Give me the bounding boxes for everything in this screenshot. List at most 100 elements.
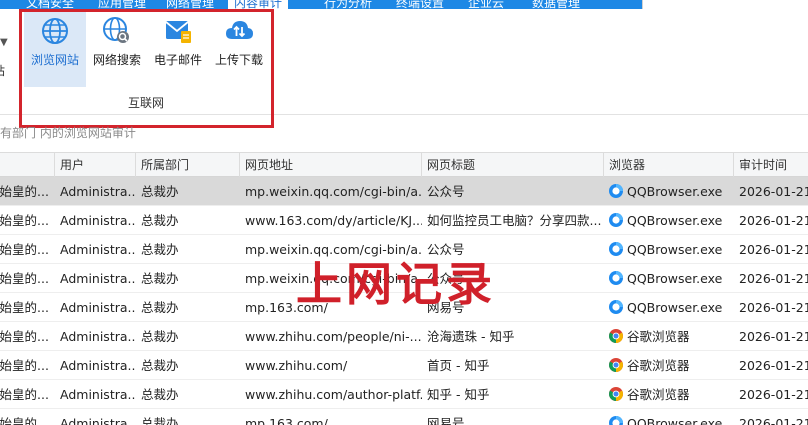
cell-url: www.163.com/dy/article/KJ... [245,213,422,228]
cell-department: 总裁办 [141,242,179,257]
ribbon-toolbar: ▼ 站 浏览网站 网络搜索 电子邮件 [0,9,808,128]
column-header-audit-time[interactable]: 审计时间 [734,153,808,177]
cell-browser: 谷歌浏览器 [604,380,734,409]
cell-title: 沧海遗珠 - 知乎 [427,329,515,344]
qq-browser-icon [608,271,627,286]
qq-browser-icon [608,416,627,425]
top-tab-6[interactable]: 终端设置 [390,0,450,10]
cell-department: 总裁办 [141,271,179,286]
column-header-browser[interactable]: 浏览器 [604,153,734,177]
cell-url: mp.163.com/ [245,416,328,425]
qq-browser-icon [608,300,627,315]
chrome-icon [608,387,627,402]
top-tab-7[interactable]: 企业云 [462,0,510,10]
cell-user: Administra... [60,416,136,425]
dropdown-arrow-icon: ▼ [0,37,8,48]
top-tab-5[interactable]: 行为分析 [318,0,378,10]
cell-browser: QQBrowser.exe [604,206,734,235]
cell-user: Administra... [60,358,136,373]
browser-name: 谷歌浏览器 [627,387,690,402]
browser-name: QQBrowser.exe [627,416,723,425]
browser-name: QQBrowser.exe [627,271,723,286]
cell-audit-time: 2026-01-21 [739,329,808,344]
browser-name: QQBrowser.exe [627,184,723,199]
qq-browser-icon [608,184,627,199]
column-header-department[interactable]: 所属部门 [136,153,240,177]
cell-computer: 秦始皇的... [0,184,49,199]
cell-title: 如何监控员工电脑？分享四款... [427,213,602,228]
cell-user: Administra... [60,242,136,257]
table-row[interactable]: 秦始皇的... Administra... 总裁办 mp.weixin.qq.com/… [0,177,808,206]
cell-url: mp.weixin.qq.com/cgi-bin/a... [245,184,422,199]
cell-browser: QQBrowser.exe [604,293,734,322]
cell-title: 知乎 - 知乎 [427,387,490,402]
top-tab-8[interactable]: 数据管理 [526,0,586,10]
cell-url: www.zhihu.com/people/ni-... [245,329,422,344]
search-input[interactable] [642,0,808,9]
qq-browser-icon [608,213,627,228]
audit-scope-caption: 有部门 内的浏览网站审计 [0,126,136,140]
cell-computer: 秦始皇的... [0,358,49,373]
cell-title: 网易号 [427,416,465,425]
highlight-box [19,9,274,128]
cell-department: 总裁办 [141,387,179,402]
cell-audit-time: 2026-01-21 [739,416,808,425]
cell-department: 总裁办 [141,184,179,199]
cell-audit-time: 2026-01-21 [739,271,808,286]
browser-name: 谷歌浏览器 [627,329,690,344]
table-row[interactable]: 秦始皇的... Administra... 总裁办 www.zhihu.com/首页 … [0,351,808,380]
table-row[interactable]: 秦始皇的... Administra... 总裁办 mp.163.com/网易号 QQB… [0,409,808,425]
cell-browser: QQBrowser.exe [604,409,734,425]
cell-user: Administra... [60,213,136,228]
cell-browser: 谷歌浏览器 [604,322,734,351]
cell-title: 首页 - 知乎 [427,358,490,373]
cell-department: 总裁办 [141,300,179,315]
cell-computer: 秦始皇的... [0,300,49,315]
cell-user: Administra... [60,184,136,199]
cell-department: 总裁办 [141,329,179,344]
cell-audit-time: 2026-01-21 [739,242,808,257]
cell-audit-time: 2026-01-21 [739,184,808,199]
column-header-title[interactable]: 网页标题 [422,153,604,177]
cell-department: 总裁办 [141,358,179,373]
ribbon-left-partial-button[interactable]: ▼ 站 [0,19,10,79]
cell-audit-time: 2026-01-21 [739,213,808,228]
overlay-caption: 上网记录 [296,257,496,311]
column-header-url[interactable]: 网页地址 [240,153,422,177]
top-tab-strip: 文档安全 应用管理 网络管理 内容审计 行为分析 终端设置 企业云 数据管理 [0,0,808,10]
top-tab-2[interactable]: 应用管理 [92,0,152,10]
ribbon-left-partial-label: 站 [0,62,5,79]
cell-user: Administra... [60,271,136,286]
cell-computer: 秦始皇的... [0,387,49,402]
table-row[interactable]: 秦始皇的... Administra... 总裁办 www.163.com/dy/ar… [0,206,808,235]
chrome-icon [608,329,627,344]
top-tab-4[interactable]: 内容审计 [228,0,289,10]
top-tab-3[interactable]: 网络管理 [160,0,220,10]
cell-audit-time: 2026-01-21 [739,300,808,315]
top-tab-1[interactable]: 文档安全 [20,0,80,10]
cell-user: Administra... [60,300,136,315]
browser-name: QQBrowser.exe [627,300,723,315]
browser-name: QQBrowser.exe [627,242,723,257]
cell-browser: 谷歌浏览器 [604,351,734,380]
cell-browser: QQBrowser.exe [604,235,734,264]
cell-department: 总裁办 [141,213,179,228]
cell-computer: 秦始皇的... [0,242,49,257]
browser-name: 谷歌浏览器 [627,358,690,373]
browser-name: QQBrowser.exe [627,213,723,228]
chrome-icon [608,358,627,373]
qq-browser-icon [608,242,627,257]
column-header-user[interactable]: 用户 [55,153,136,177]
table-row[interactable]: 秦始皇的... Administra... 总裁办 www.zhihu.com/aut… [0,380,808,409]
cell-audit-time: 2026-01-21 [739,358,808,373]
cell-computer: 秦始皇的... [0,329,49,344]
cell-audit-time: 2026-01-21 [739,387,808,402]
cell-url: www.zhihu.com/author-platf... [245,387,422,402]
cell-computer: 秦始皇的... [0,271,49,286]
cell-user: Administra... [60,387,136,402]
table-row[interactable]: 秦始皇的... Administra... 总裁办 www.zhihu.com/peo… [0,322,808,351]
column-header-computer[interactable] [0,153,55,177]
cell-user: Administra... [60,329,136,344]
cell-computer: 秦始皇的... [0,416,49,425]
cell-computer: 秦始皇的... [0,213,49,228]
